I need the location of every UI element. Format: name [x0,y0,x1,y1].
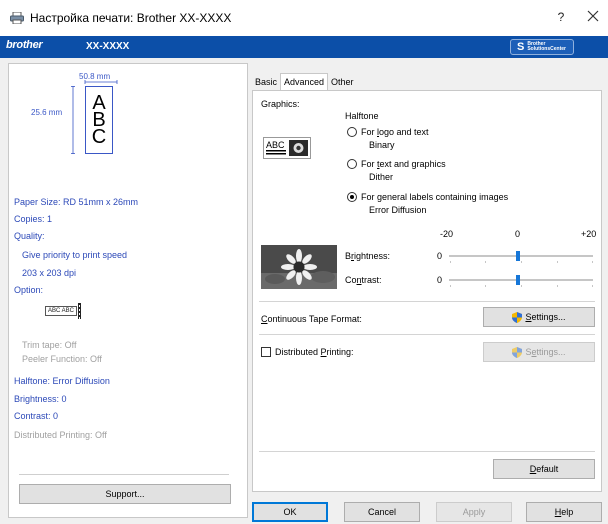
distributed-info: Distributed Printing: Off [14,430,107,440]
default-button[interactable]: Default [493,459,595,479]
stamp-text: ABC ABC [45,306,77,316]
scale-mid-label: 0 [515,229,521,239]
preview-height-label: 25.6 mm [31,108,63,117]
brightness-value: 0 [437,251,443,261]
cut-line-icon [78,303,81,319]
preview-letter-c: C [91,125,107,148]
paper-size-info: Paper Size: RD 51mm x 26mm [14,197,139,207]
support-button[interactable]: Support... [19,484,231,504]
help-button[interactable]: Help [526,502,602,522]
divider-2 [259,334,595,335]
ok-button[interactable]: OK [252,502,328,522]
title-bar: Настройка печати: Brother XX-XXXX ? [0,0,608,36]
sunflower-preview-image [261,245,337,289]
option-info: Option: [14,285,44,295]
solutions-center-button[interactable]: S Brother SolutionsCenter [510,39,574,55]
printer-model: XX-XXXX [86,41,130,52]
continuous-tape-label: Continuous Tape Format: [261,314,362,324]
logo-text-option[interactable]: For logo and text [361,127,429,137]
halftone-info: Halftone: Error Diffusion [14,376,110,386]
tab-strip: Basic Advanced Other [252,73,357,90]
contrast-label: Contrast: [345,275,382,285]
tab-other[interactable]: Other [328,74,357,90]
copies-info: Copies: 1 [14,214,53,224]
peeler-info: Peeler Function: Off [22,354,102,364]
error-diffusion-label: Error Diffusion [369,205,427,215]
dither-label: Dither [369,172,394,182]
brand-bar: brother XX-XXXX S Brother SolutionsCente… [0,36,608,58]
contrast-value: 0 [437,275,443,285]
binary-label: Binary [369,140,395,150]
trim-stamp-icon: ABC ABC [45,303,81,319]
trim-tape-info: Trim tape: Off [22,340,77,350]
graphics-label: Graphics: [261,99,300,109]
distributed-printing-label[interactable]: Distributed Printing: [275,347,354,357]
cancel-button[interactable]: Cancel [344,502,420,522]
resolution-info: 203 x 203 dpi [22,268,77,278]
settings-summary-panel: 50.8 mm 25.6 mm A B C Paper Size: RD 51m… [8,63,248,518]
quality-info: Quality: [14,231,45,241]
window-title: Настройка печати: Brother XX-XXXX [30,11,232,25]
scale-min-label: -20 [440,229,454,239]
tab-basic[interactable]: Basic [252,74,280,90]
brightness-info: Brightness: 0 [14,394,67,404]
quality-value-info: Give priority to print speed [22,250,128,260]
contrast-slider-track[interactable] [449,279,593,281]
divider-3 [259,451,595,452]
general-labels-option[interactable]: For general labels containing images [361,192,508,202]
contrast-slider-thumb[interactable] [516,275,520,285]
halftone-label: Halftone [345,111,379,121]
brightness-slider-thumb[interactable] [516,251,520,261]
brother-logo: brother [6,39,43,51]
help-title-button[interactable]: ? [554,10,568,24]
solutions-line-2: SolutionsCenter [527,46,566,52]
brightness-slider-track[interactable] [449,255,593,257]
shield-icon [512,346,523,358]
divider-1 [259,301,595,302]
label-preview: A B C [85,86,113,154]
scale-max-label: +20 [581,229,597,239]
distributed-settings-button[interactable]: Settings... [483,342,595,362]
advanced-tab-panel: Graphics: Halftone ABC For logo and text… [252,90,602,492]
brightness-label: Brightness: [345,251,391,261]
s-logo-icon: S [517,41,525,53]
width-dimension-line [84,80,118,84]
support-divider [19,474,229,475]
distributed-printing-checkbox[interactable] [261,347,271,357]
contrast-info: Contrast: 0 [14,411,59,421]
text-graphics-option[interactable]: For text and graphics [361,159,446,169]
printer-icon [10,12,24,24]
shield-icon [512,311,523,323]
logo-text-radio[interactable] [347,127,357,137]
general-labels-radio[interactable] [347,192,357,202]
height-dimension-line [71,86,75,154]
graphics-preview-icon: ABC [263,137,311,159]
continuous-tape-settings-button[interactable]: Settings... [483,307,595,327]
apply-button[interactable]: Apply [436,502,512,522]
text-graphics-radio[interactable] [347,159,357,169]
tab-advanced[interactable]: Advanced [280,73,329,90]
close-icon[interactable] [584,7,602,25]
svg-text:ABC: ABC [266,140,285,150]
